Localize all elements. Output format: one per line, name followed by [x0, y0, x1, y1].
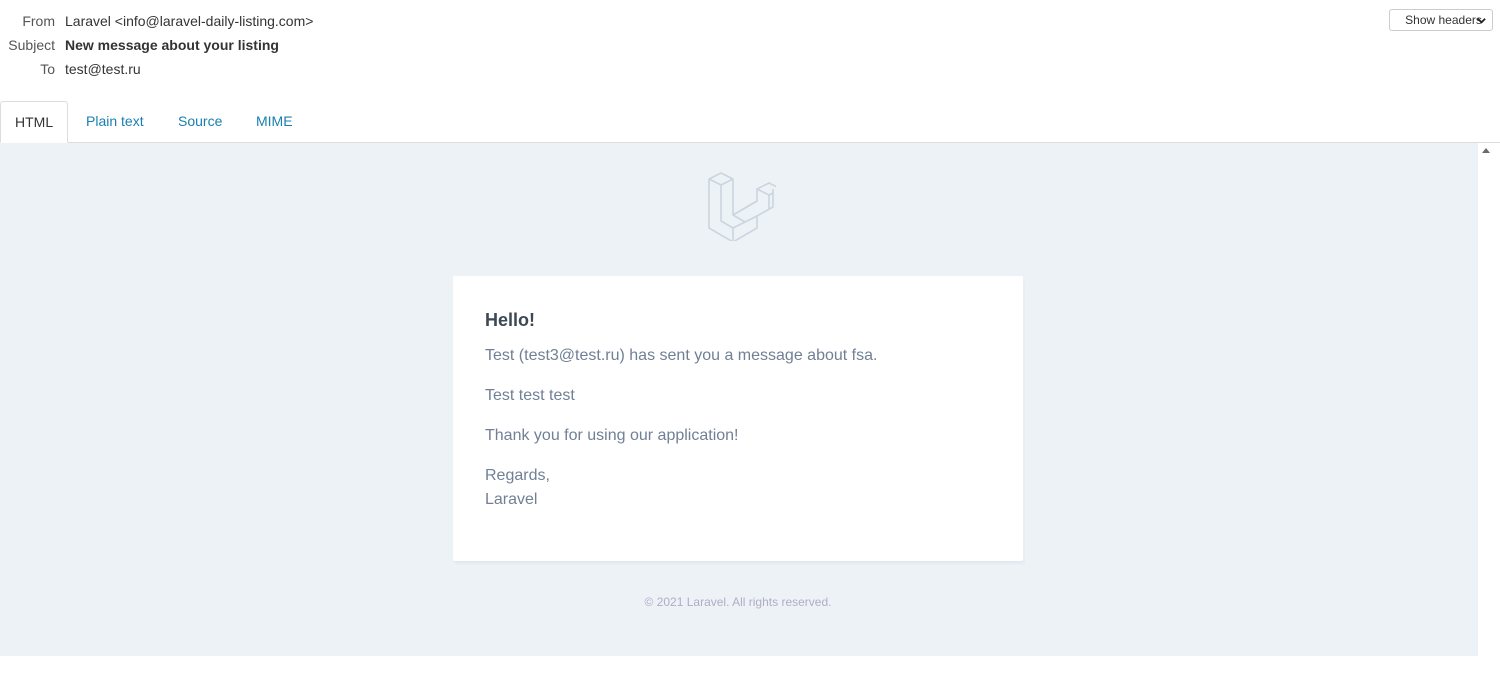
view-tabs: HTML Plain text Source MIME [0, 101, 1500, 143]
header-to-value: test@test.ru [65, 61, 141, 77]
laravel-logo-icon [708, 172, 776, 241]
email-line-1: Test (test3@test.ru) has sent you a mess… [485, 347, 878, 364]
tab-plain-text[interactable]: Plain text [72, 101, 158, 143]
header-from-value: Laravel <info@laravel-daily-listing.com> [65, 13, 314, 29]
show-headers-label: Show headers [1405, 13, 1482, 27]
chevron-down-icon [1477, 18, 1486, 24]
header-to-label: To [40, 61, 55, 77]
header-from-label: From [22, 13, 55, 29]
email-signature: Laravel [485, 491, 538, 508]
email-headers: From Laravel <info@laravel-daily-listing… [0, 0, 1500, 100]
email-card: Hello! Test (test3@test.ru) has sent you… [453, 276, 1023, 561]
header-subject-row: Subject New message about your listing [0, 35, 400, 55]
show-headers-button[interactable]: Show headers [1389, 9, 1493, 31]
tab-source[interactable]: Source [164, 101, 236, 143]
tab-html[interactable]: HTML [0, 101, 69, 143]
scroll-up-icon[interactable] [1482, 148, 1490, 153]
email-preview-frame: Hello! Test (test3@test.ru) has sent you… [0, 143, 1478, 656]
header-subject-value: New message about your listing [65, 37, 279, 53]
header-from-row: From Laravel <info@laravel-daily-listing… [0, 11, 400, 31]
tab-mime[interactable]: MIME [242, 101, 307, 143]
header-to-row: To test@test.ru [0, 59, 400, 79]
email-regards: Regards, [485, 467, 550, 484]
email-line-3: Thank you for using our application! [485, 427, 739, 444]
header-subject-label: Subject [8, 37, 55, 53]
email-greeting: Hello! [485, 310, 536, 330]
scrollbar[interactable] [1478, 143, 1493, 681]
email-line-2: Test test test [485, 387, 575, 404]
email-footer: © 2021 Laravel. All rights reserved. [644, 595, 832, 609]
